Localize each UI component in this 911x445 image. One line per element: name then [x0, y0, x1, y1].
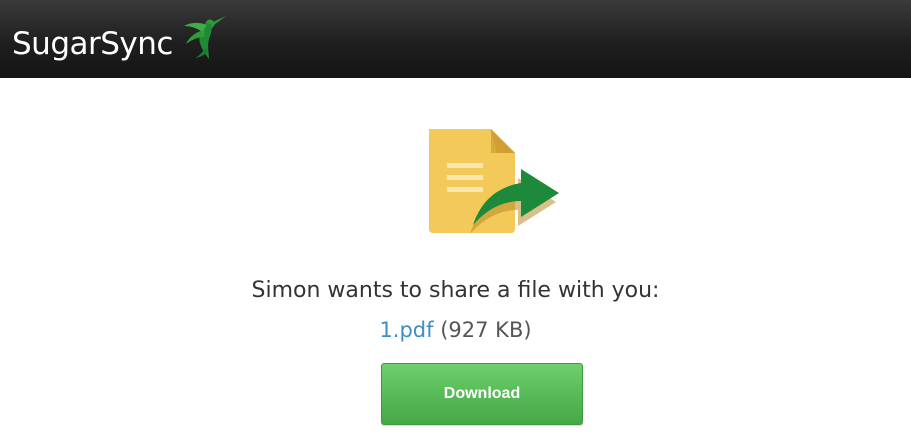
download-button[interactable]: Download	[381, 363, 583, 425]
sugarsync-logo[interactable]: SugarSync	[12, 10, 226, 70]
file-name-link[interactable]: 1.pdf	[379, 318, 433, 342]
header-bar: SugarSync	[0, 0, 911, 78]
main-content: Simon wants to share a file with you: 1.…	[0, 78, 911, 445]
file-share-icon	[429, 129, 559, 234]
share-message: Simon wants to share a file with you:	[251, 278, 660, 303]
file-size: (927 KB)	[440, 318, 532, 342]
file-info: 1.pdf (927 KB)	[0, 318, 911, 342]
logo-text: SugarSync	[12, 26, 173, 62]
hummingbird-icon	[184, 16, 226, 59]
